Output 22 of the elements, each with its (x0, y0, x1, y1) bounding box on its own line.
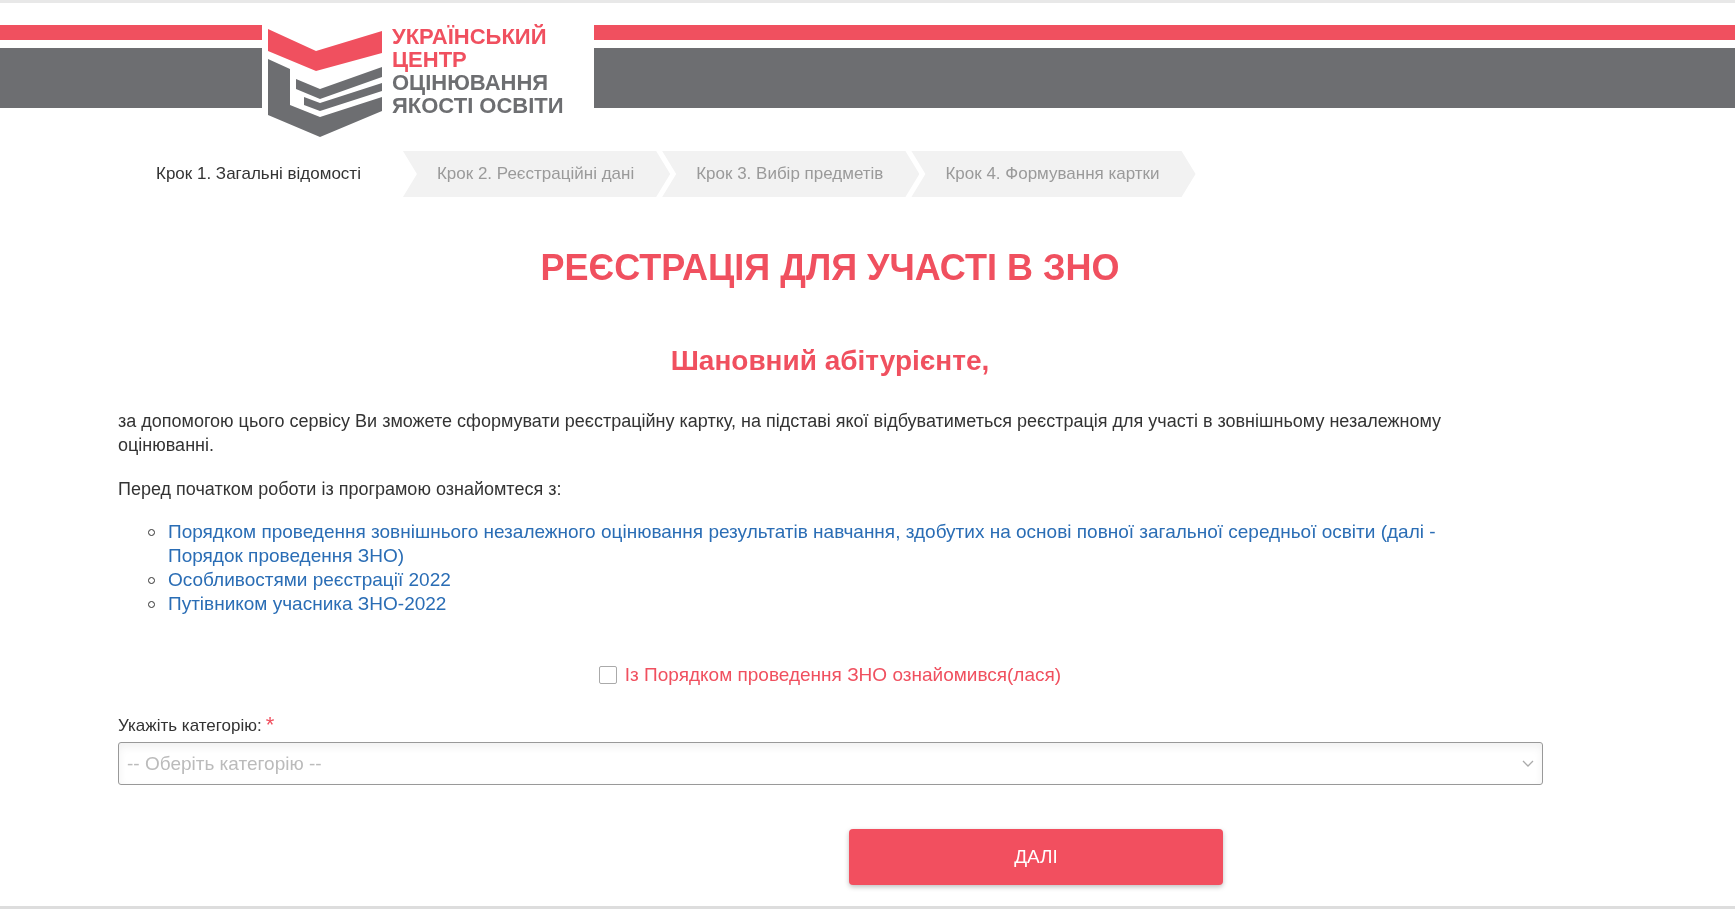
step-tab[interactable]: Крок 4. Формування картки (911, 151, 1196, 197)
next-button[interactable]: ДАЛІ (849, 829, 1223, 885)
agreement-checkbox[interactable] (598, 666, 617, 684)
instruction-text: Перед початком роботи із програмою ознайомтеся з: (118, 478, 563, 501)
document-link[interactable]: Особливостями реєстрації 2022 (168, 568, 1468, 592)
category-select[interactable]: -- Оберіть категорію -- (118, 742, 1543, 785)
required-mark: * (265, 716, 275, 734)
logo-text-line: ОЦІНЮВАННЯ (392, 71, 550, 94)
category-label: Укажіть категорію: (118, 716, 262, 736)
intro-paragraph: за допомогою цього сервісу Ви зможете сформувати реєстраційну картку, на підставі якої відбуватиметься реєстрація для участі в зовнішньому незалежному оцінюванні. (118, 410, 1443, 457)
page-title: РЕЄСТРАЦІЯ ДЛЯ УЧАСТІ В ЗНО (539, 247, 1121, 289)
document-link[interactable]: Путівником учасника ЗНО-2022 (168, 592, 1468, 616)
step-tab[interactable]: Крок 3. Вибір предметів (662, 151, 920, 197)
greeting-heading: Шановний абітурієнте, (669, 345, 991, 377)
agreement-label: Із Порядком проведення ЗНО ознайомився(лася) (624, 664, 1062, 686)
chevron-down-icon (1522, 759, 1534, 768)
document-link[interactable]: Порядком проведення зовнішнього незалежного оцінювання результатів навчання, здобутих на основі повної загальної середньої освіти (далі - Порядок проведення ЗНО) (168, 520, 1468, 568)
logo-text-line: ЦЕНТР (392, 48, 468, 71)
book-logo-icon (266, 27, 384, 139)
step-tab[interactable]: Крок 2. Реєстраційні дані (402, 151, 671, 197)
logo-text-line: УКРАЇНСЬКИЙ (392, 25, 548, 48)
logo-text-line: ЯКОСТІ ОСВІТИ (392, 94, 564, 117)
